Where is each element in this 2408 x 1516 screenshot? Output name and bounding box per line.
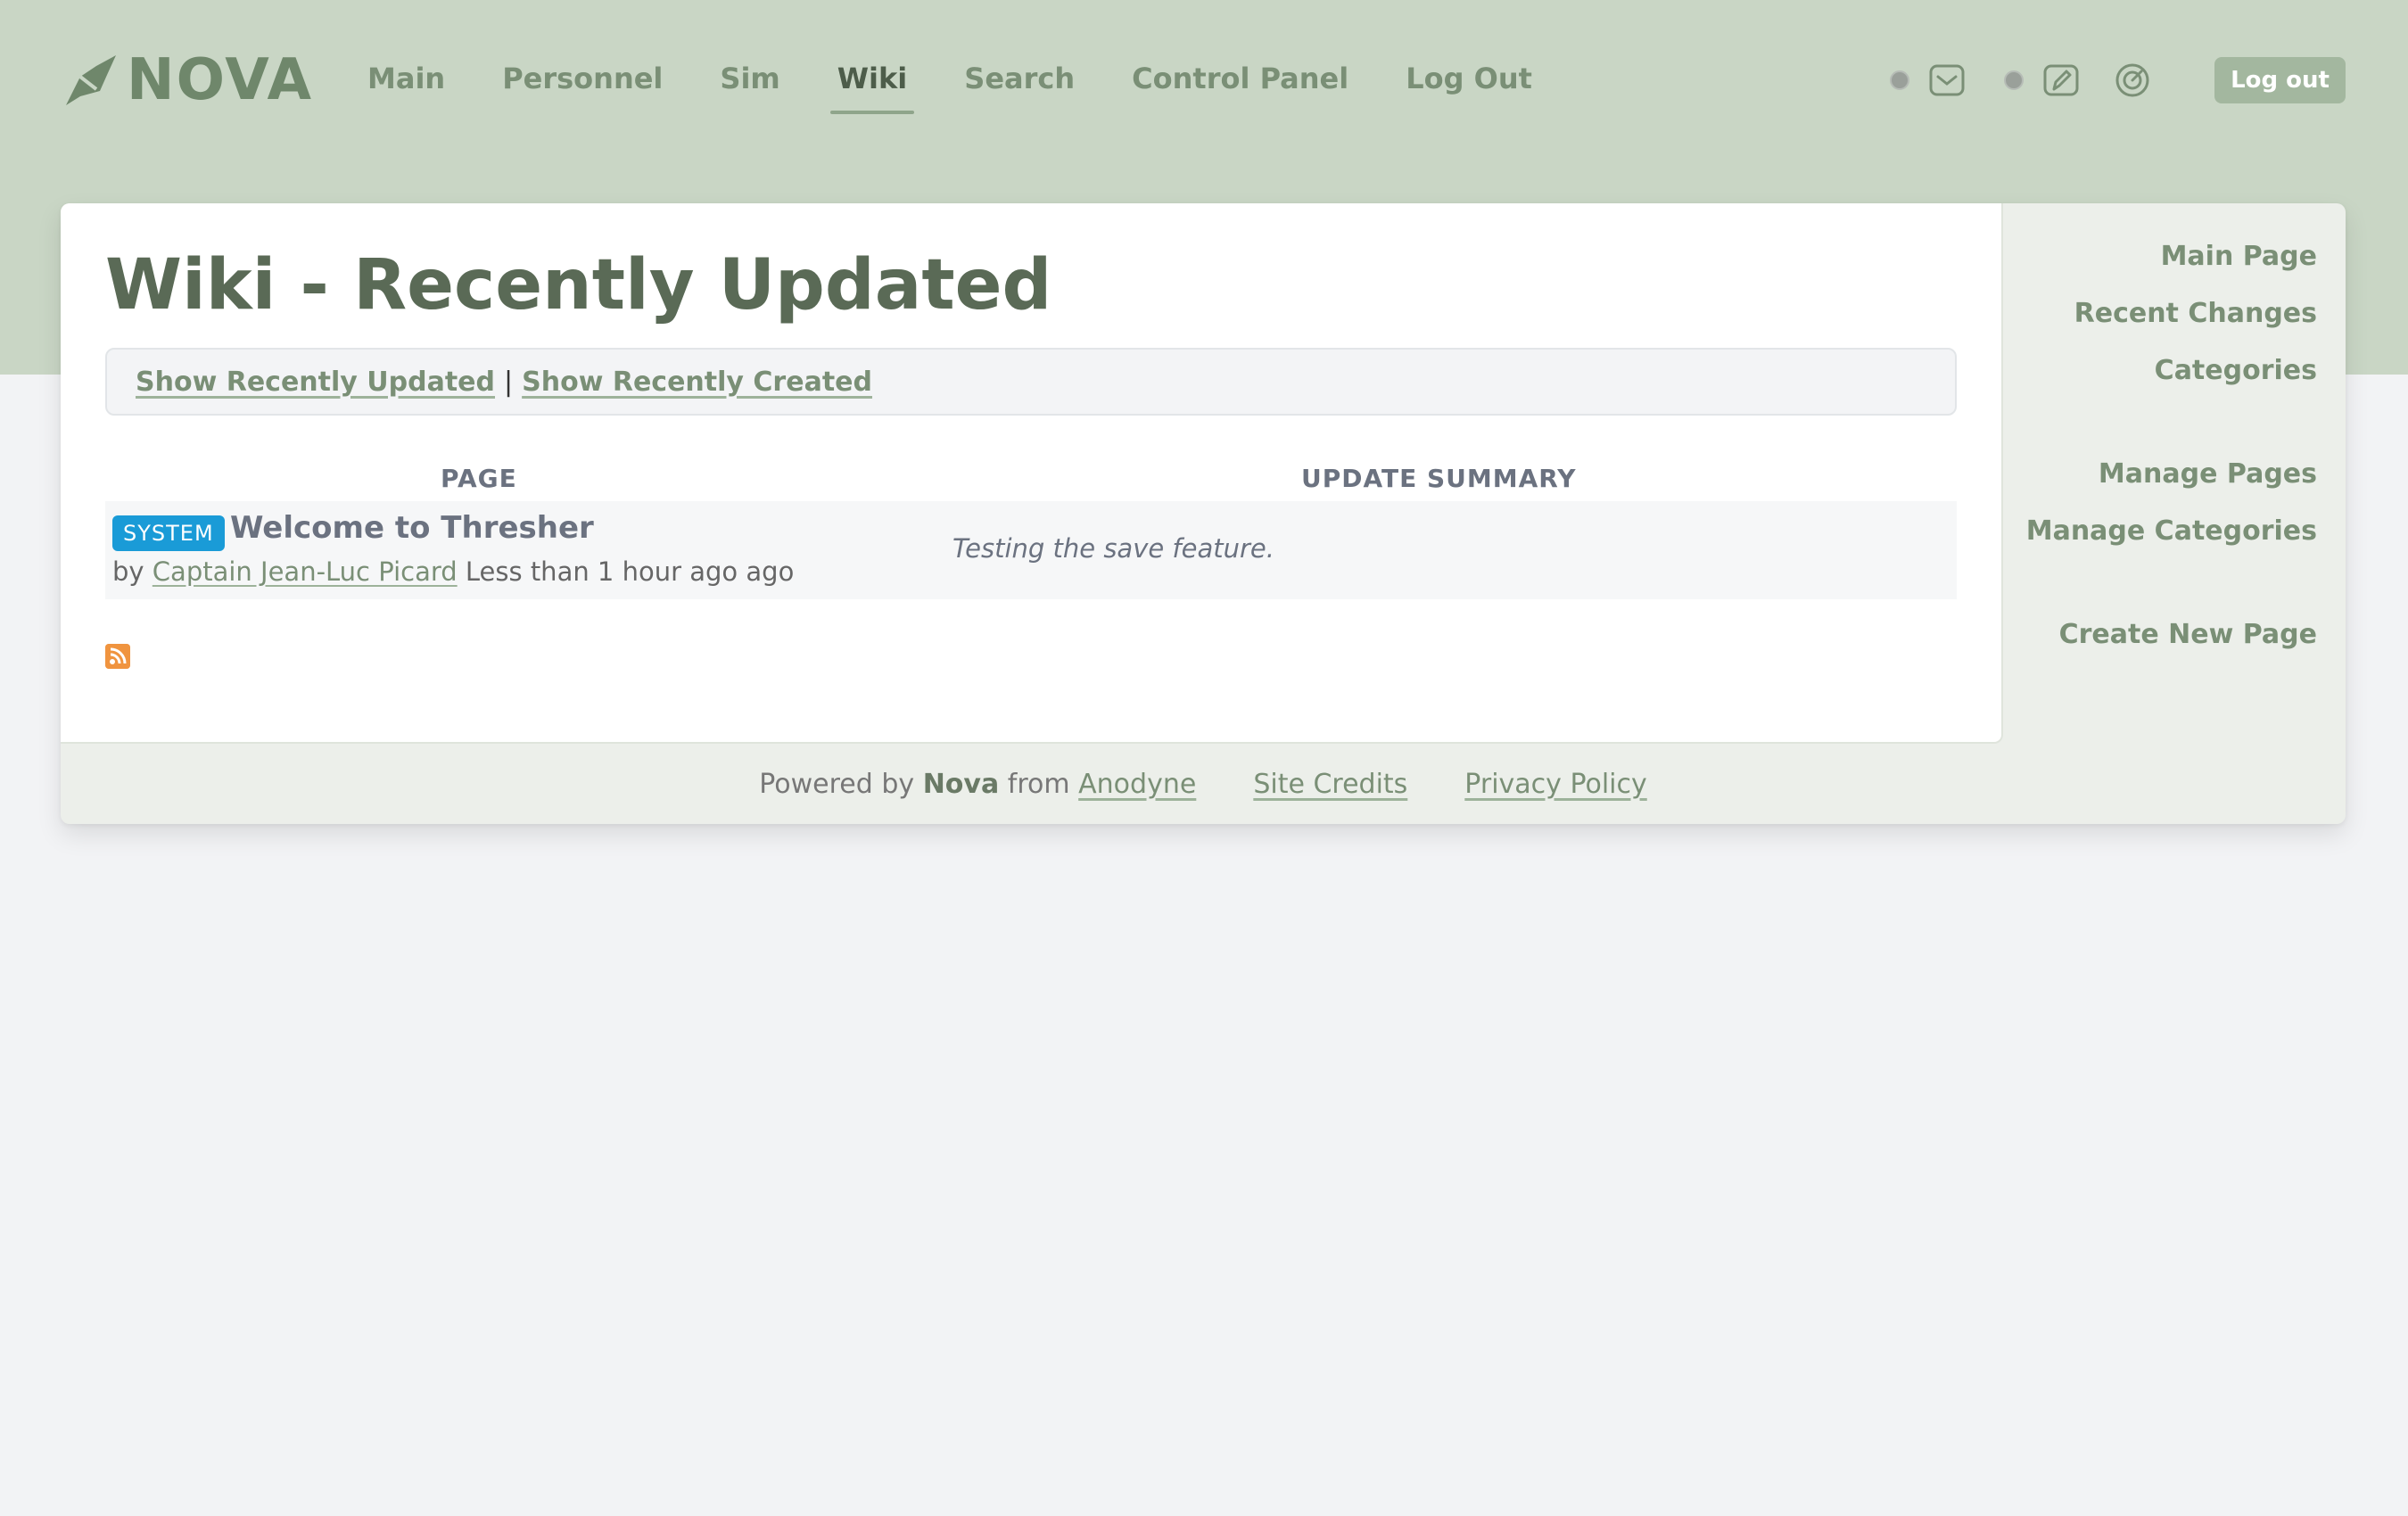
rss-feed-icon[interactable] xyxy=(105,644,130,669)
sidebar-item-recent-changes[interactable]: Recent Changes xyxy=(2026,285,2317,342)
by-label: by xyxy=(112,556,144,587)
main-card: Wiki - Recently Updated Show Recently Up… xyxy=(61,203,2346,824)
nav-sim[interactable]: Sim xyxy=(691,57,808,114)
user-actions: Log out xyxy=(1890,57,2346,103)
nav-control-panel[interactable]: Control Panel xyxy=(1103,57,1377,114)
nav-log-out[interactable]: Log Out xyxy=(1377,57,1561,114)
nova-text: Nova xyxy=(922,768,1000,800)
column-header-page: PAGE xyxy=(441,464,517,493)
sidebar-item-main-page[interactable]: Main Page xyxy=(2026,228,2317,285)
nav-search[interactable]: Search xyxy=(936,57,1103,114)
wiki-sidebar: Main Page Recent Changes Categories Mana… xyxy=(2026,228,2317,663)
sidebar-item-create-new-page[interactable]: Create New Page xyxy=(2026,606,2317,663)
show-recently-updated-link[interactable]: Show Recently Updated xyxy=(136,367,495,398)
mail-status-dot xyxy=(1890,70,1910,90)
show-recently-created-link[interactable]: Show Recently Created xyxy=(522,367,872,398)
nav-wiki[interactable]: Wiki xyxy=(809,57,936,114)
nova-logo-icon xyxy=(66,55,116,105)
main-nav: Main Personnel Sim Wiki Search Control P… xyxy=(339,57,1561,114)
top-navigation: NOVA Main Personnel Sim Wiki Search Cont… xyxy=(0,0,2408,161)
logo-text: NOVA xyxy=(127,47,313,113)
filter-separator: | xyxy=(504,366,514,398)
site-logo[interactable]: NOVA xyxy=(61,50,313,111)
edit-status-dot xyxy=(2004,70,2025,90)
powered-by-text: Powered by xyxy=(759,768,915,800)
table-row: SYSTEM Welcome to Thresher by Captain Je… xyxy=(105,501,1957,599)
byline: by Captain Jean-Luc Picard Less than 1 h… xyxy=(112,556,794,587)
nav-personnel[interactable]: Personnel xyxy=(474,57,691,114)
column-header-update-summary: UPDATE SUMMARY xyxy=(1301,464,1577,493)
mail-icon[interactable] xyxy=(1927,61,1967,100)
filter-bar: Show Recently Updated | Show Recently Cr… xyxy=(105,348,1957,416)
nav-main[interactable]: Main xyxy=(339,57,474,114)
wiki-page-link[interactable]: Welcome to Thresher xyxy=(230,510,594,546)
author-link[interactable]: Captain Jean-Luc Picard xyxy=(153,556,458,587)
footer: Powered by Nova from Anodyne Site Credit… xyxy=(61,744,2346,824)
page-title: Wiki - Recently Updated xyxy=(105,245,1052,325)
footer-powered-by: Powered by Nova from Anodyne xyxy=(759,769,1196,800)
sidebar-item-manage-categories[interactable]: Manage Categories xyxy=(2026,503,2317,560)
sidebar-item-manage-pages[interactable]: Manage Pages xyxy=(2026,446,2317,503)
update-summary: Testing the save feature. xyxy=(952,533,1274,564)
sidebar-item-categories[interactable]: Categories xyxy=(2026,342,2317,400)
edit-icon[interactable] xyxy=(2041,61,2081,100)
target-icon[interactable] xyxy=(2113,61,2152,100)
anodyne-link[interactable]: Anodyne xyxy=(1078,769,1196,800)
updated-time: Less than 1 hour ago ago xyxy=(465,556,795,587)
site-credits-link[interactable]: Site Credits xyxy=(1253,769,1407,800)
content-panel: Wiki - Recently Updated Show Recently Up… xyxy=(61,203,2003,744)
privacy-policy-link[interactable]: Privacy Policy xyxy=(1464,769,1646,800)
from-text: from xyxy=(1007,768,1070,800)
logout-button[interactable]: Log out xyxy=(2214,57,2346,103)
system-badge: SYSTEM xyxy=(112,515,225,551)
